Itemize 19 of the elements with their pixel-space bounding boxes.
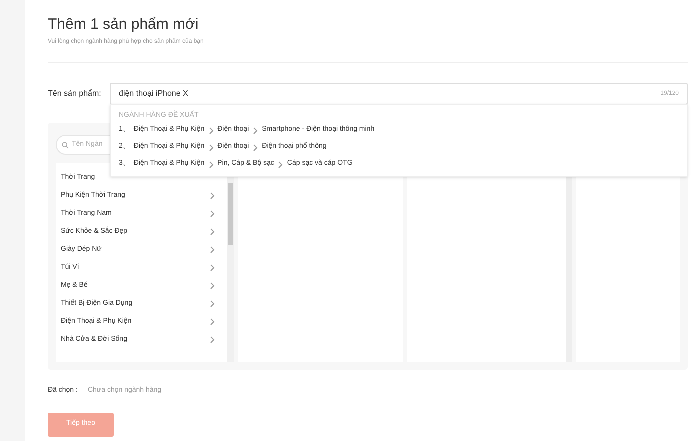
chevron-right-icon [210,210,215,218]
field-value: điện thoại iPhone X [119,88,188,100]
chevron-right-icon [210,246,215,254]
page-title: Thêm 1 sản phẩm mới [48,16,200,34]
field-label: Tên sản phẩm: [48,88,102,100]
search-icon [62,142,69,148]
chevron-right-icon [210,336,215,344]
chevron-right-icon [253,126,258,134]
chevron-right-icon [210,282,215,290]
chevron-right-icon [208,144,214,152]
chevron-right-icon [210,300,215,308]
chevron-right-icon [208,160,214,168]
chevron-right-icon [253,144,258,152]
chevron-right-icon [210,318,215,326]
chevron-right-icon [210,192,215,200]
chevron-right-icon [210,264,215,272]
chevron-right-icon [210,228,215,236]
chevron-right-icon [208,126,214,134]
chevron-right-icon [278,160,284,168]
